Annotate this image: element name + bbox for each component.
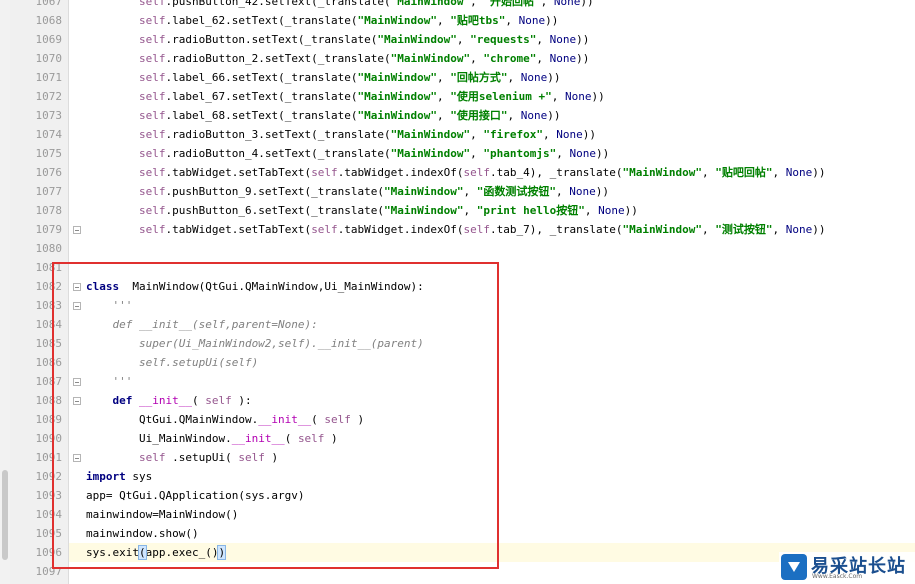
code-line[interactable]: mainwindow.show(): [69, 524, 915, 543]
watermark-subtext: Www.Easck.Com: [812, 573, 863, 580]
line-number: 1073: [35, 109, 63, 122]
code-text: self.radioButton_3.setText(_translate("M…: [138, 128, 596, 141]
code-line[interactable]: super(Ui_MainWindow2,self).__init__(pare…: [69, 334, 915, 353]
code-line[interactable]: self .setupUi( self ): [69, 448, 915, 467]
code-line[interactable]: self.setupUi(self): [69, 353, 915, 372]
code-text: self .setupUi( self ): [138, 451, 279, 464]
watermark: 易采站长站 Www.Easck.Com: [779, 552, 915, 582]
code-text: def __init__( self ):: [112, 394, 252, 407]
code-text: self.radioButton.setText(_translate("Mai…: [138, 33, 590, 46]
line-number: 1070: [35, 52, 63, 65]
line-number: 1089: [35, 413, 63, 426]
code-line[interactable]: self.pushButton_9.setText(_translate("Ma…: [69, 182, 915, 201]
line-number: 1091: [35, 451, 63, 464]
code-text: app= QtGui.QApplication(sys.argv): [86, 489, 305, 502]
code-line[interactable]: self.pushButton_42.setText(_translate("M…: [69, 0, 915, 11]
code-line[interactable]: class MainWindow(QtGui.QMainWindow,Ui_Ma…: [69, 277, 915, 296]
code-line[interactable]: self.radioButton.setText(_translate("Mai…: [69, 30, 915, 49]
code-line[interactable]: [69, 258, 915, 277]
line-number: 1075: [35, 147, 63, 160]
code-line[interactable]: self.label_68.setText(_translate("MainWi…: [69, 106, 915, 125]
line-number: 1096: [35, 546, 63, 559]
line-number: 1074: [35, 128, 63, 141]
line-number: 1086: [35, 356, 63, 369]
line-number: 1079: [35, 223, 63, 236]
line-number: 1082: [35, 280, 63, 293]
line-number: 1077: [35, 185, 63, 198]
code-line[interactable]: [69, 239, 915, 258]
code-text: Ui_MainWindow.__init__( self ): [86, 432, 338, 445]
code-text: self.label_67.setText(_translate("MainWi…: [138, 90, 605, 103]
code-line[interactable]: self.label_62.setText(_translate("MainWi…: [69, 11, 915, 30]
line-number: 1090: [35, 432, 63, 445]
line-number: 1095: [35, 527, 63, 540]
code-line[interactable]: def __init__( self ):: [69, 391, 915, 410]
code-text: mainwindow=MainWindow(): [86, 508, 239, 521]
line-number: 1094: [35, 508, 63, 521]
line-number: 1076: [35, 166, 63, 179]
code-text: self.tabWidget.setTabText(self.tabWidget…: [138, 223, 826, 236]
code-text: ''': [86, 299, 133, 312]
line-number: 1083: [35, 299, 63, 312]
code-text: self.tabWidget.setTabText(self.tabWidget…: [138, 166, 826, 179]
code-line[interactable]: self.label_66.setText(_translate("MainWi…: [69, 68, 915, 87]
code-line[interactable]: self.radioButton_2.setText(_translate("M…: [69, 49, 915, 68]
line-number: 1087: [35, 375, 63, 388]
code-text: super(Ui_MainWindow2,self).__init__(pare…: [86, 337, 424, 350]
code-text: import sys: [86, 470, 153, 483]
code-text: QtGui.QMainWindow.__init__( self ): [86, 413, 365, 426]
code-line[interactable]: self.tabWidget.setTabText(self.tabWidget…: [69, 163, 915, 182]
code-text: self.pushButton_42.setText(_translate("M…: [138, 0, 594, 8]
code-line[interactable]: Ui_MainWindow.__init__( self ): [69, 429, 915, 448]
code-line[interactable]: mainwindow=MainWindow(): [69, 505, 915, 524]
line-number: 1080: [35, 242, 63, 255]
code-text: self.label_66.setText(_translate("MainWi…: [138, 71, 561, 84]
code-text: def __init__(self,parent=None):: [86, 318, 318, 331]
code-line[interactable]: app= QtGui.QApplication(sys.argv): [69, 486, 915, 505]
code-line[interactable]: self.radioButton_4.setText(_translate("M…: [69, 144, 915, 163]
code-text: ''': [86, 375, 133, 388]
code-line[interactable]: def __init__(self,parent=None):: [69, 315, 915, 334]
code-line[interactable]: import sys: [69, 467, 915, 486]
code-line[interactable]: self.label_67.setText(_translate("MainWi…: [69, 87, 915, 106]
line-number: 1072: [35, 90, 63, 103]
line-number: 1093: [35, 489, 63, 502]
line-number: 1088: [35, 394, 63, 407]
line-number: 1085: [35, 337, 63, 350]
line-number: 1069: [35, 33, 63, 46]
code-text: self.radioButton_2.setText(_translate("M…: [138, 52, 590, 65]
line-number: 1097: [35, 565, 63, 578]
line-number: 1068: [35, 14, 63, 27]
code-line[interactable]: self.radioButton_3.setText(_translate("M…: [69, 125, 915, 144]
scrollbar-thumb[interactable]: [2, 470, 8, 560]
line-number: 1084: [35, 318, 63, 331]
code-text: self.label_68.setText(_translate("MainWi…: [138, 109, 561, 122]
code-text: self.pushButton_9.setText(_translate("Ma…: [138, 185, 610, 198]
code-editor[interactable]: self.pushButton_42.setText(_translate("M…: [69, 0, 915, 584]
code-text: sys.exit(app.exec_()): [86, 545, 227, 560]
line-number: 1078: [35, 204, 63, 217]
code-text: mainwindow.show(): [86, 527, 199, 540]
line-number-gutter: 1067 1068 1069 1070 1071 1072 1073 1074 1075 1076…: [10, 0, 81, 584]
code-text: class MainWindow(QtGui.QMainWindow,Ui_Ma…: [86, 280, 424, 293]
code-line[interactable]: self.pushButton_6.setText(_translate("Ma…: [69, 201, 915, 220]
code-line[interactable]: QtGui.QMainWindow.__init__( self ): [69, 410, 915, 429]
code-text: self.setupUi(self): [86, 356, 259, 369]
watermark-logo-icon: [781, 554, 807, 580]
code-text: self.label_62.setText(_translate("MainWi…: [138, 14, 559, 27]
code-line[interactable]: self.tabWidget.setTabText(self.tabWidget…: [69, 220, 915, 239]
line-number: 1067: [35, 0, 63, 8]
code-text: self.pushButton_6.setText(_translate("Ma…: [138, 204, 638, 217]
code-line[interactable]: ''': [69, 296, 915, 315]
line-number: 1071: [35, 71, 63, 84]
line-number: 1092: [35, 470, 63, 483]
code-line[interactable]: ''': [69, 372, 915, 391]
code-text: self.radioButton_4.setText(_translate("M…: [138, 147, 610, 160]
line-number: 1081: [35, 261, 63, 274]
